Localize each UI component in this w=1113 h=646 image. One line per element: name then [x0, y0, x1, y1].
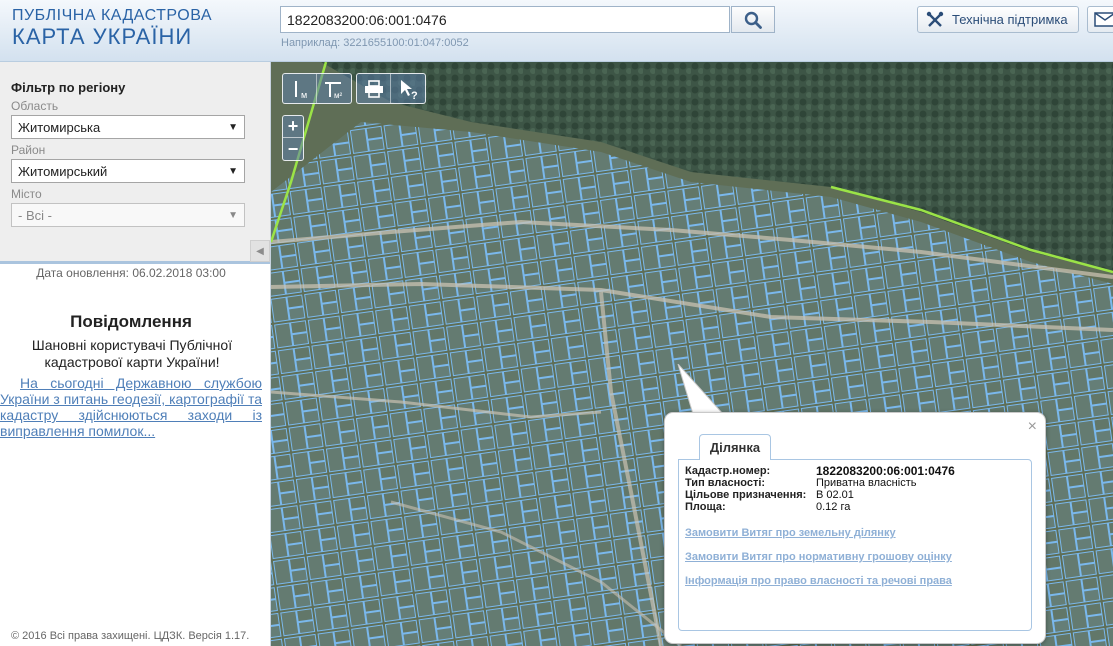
cursor-question-icon: ? — [401, 79, 418, 100]
order-valuation-extract-link[interactable]: Замовити Витяг про нормативну грошову оц… — [685, 551, 1025, 563]
parcel-info: Кадастр.номер: 1822083200:06:001:0476 Ти… — [678, 459, 1032, 631]
map-canvas[interactable]: м м² ? + − × Ділянка Кадастр.номер: 1822… — [271, 62, 1113, 646]
site-logo[interactable]: ПУБЛІЧНА КАДАСТРОВА КАРТА УКРАЇНИ — [12, 8, 212, 48]
area-label: Площа: — [685, 501, 726, 513]
sidebar: Фільтр по регіону Область Житомирська ▼ … — [0, 62, 271, 646]
tech-support-button[interactable]: Технічна підтримка — [917, 6, 1079, 33]
printer-icon — [364, 79, 383, 98]
print-button[interactable] — [357, 74, 391, 103]
search-button[interactable] — [731, 6, 775, 33]
map-toolbar: м м² ? — [282, 73, 426, 104]
search-hint: Наприклад: 3221655100:01:047:0052 — [281, 37, 469, 49]
copyright: © 2016 Всі права захищені. ЦДЗК. Версія … — [11, 630, 250, 642]
oblast-label: Область — [11, 99, 59, 113]
measure-area-button[interactable]: м² — [317, 74, 351, 103]
measure-area-unit: м² — [334, 91, 343, 100]
identify-glyph: ? — [411, 90, 418, 100]
rayon-value: Житомирський — [18, 163, 108, 179]
header: ПУБЛІЧНА КАДАСТРОВА КАРТА УКРАЇНИ Наприк… — [0, 0, 1113, 62]
dropdown-arrow-icon: ▼ — [228, 121, 238, 133]
mail-icon — [1094, 12, 1113, 27]
misto-select[interactable]: - Всі - ▼ — [11, 203, 245, 227]
area-value: 0.12 га — [816, 501, 851, 513]
identify-button[interactable]: ? — [391, 74, 425, 103]
search-area: Наприклад: 3221655100:01:047:0052 — [280, 6, 775, 49]
region-filter: Фільтр по регіону Область Житомирська ▼ … — [0, 62, 270, 264]
purpose-label: Цільове призначення: — [685, 489, 807, 501]
oblast-value: Житомирська — [18, 119, 101, 135]
info-row: Цільове призначення: В 02.01 — [685, 489, 1025, 501]
notice-title: Повідомлення — [70, 312, 192, 331]
tab-parcel[interactable]: Ділянка — [699, 434, 771, 460]
info-row: Кадастр.номер: 1822083200:06:001:0476 — [685, 465, 1025, 477]
popup-pointer — [677, 364, 725, 416]
ruler-icon: м — [294, 80, 307, 100]
notice-link[interactable]: На сьогодні Державною службою України з … — [0, 375, 262, 439]
cadastral-number-label: Кадастр.номер: — [685, 465, 771, 477]
dropdown-arrow-icon: ▼ — [228, 209, 238, 221]
zoom-control: + − — [282, 115, 304, 161]
search-icon — [744, 11, 762, 29]
measure-distance-button[interactable]: м — [283, 74, 317, 103]
misto-label: Місто — [11, 187, 42, 201]
rayon-select[interactable]: Житомирський ▼ — [11, 159, 245, 183]
feedback-button[interactable] — [1087, 6, 1113, 33]
zoom-out-button[interactable]: − — [283, 138, 303, 160]
misto-value: - Всі - — [18, 207, 52, 223]
parcel-popup: × Ділянка Кадастр.номер: 1822083200:06:0… — [664, 412, 1046, 644]
purpose-value: В 02.01 — [816, 489, 854, 501]
ownership-type-value: Приватна власність — [816, 477, 917, 489]
info-row: Площа: 0.12 га — [685, 501, 1025, 513]
logo-line-2: КАРТА УКРАЇНИ — [12, 24, 193, 49]
measure-tools: м м² — [282, 73, 352, 104]
dropdown-arrow-icon: ▼ — [228, 165, 238, 177]
chevron-left-icon: ◀ — [256, 245, 264, 257]
oblast-select[interactable]: Житомирська ▼ — [11, 115, 245, 139]
ownership-type-label: Тип власності: — [685, 477, 766, 489]
ownership-info-link[interactable]: Інформація про право власності та речові… — [685, 575, 1025, 587]
info-row: Тип власності: Приватна власність — [685, 477, 1025, 489]
zoom-in-button[interactable]: + — [283, 116, 303, 138]
tools-icon — [926, 11, 944, 27]
collapse-sidebar-button[interactable]: ◀ — [250, 240, 270, 262]
print-identify-tools: ? — [356, 73, 426, 104]
search-input[interactable] — [280, 6, 730, 33]
close-icon[interactable]: × — [1028, 418, 1037, 436]
notice-greeting: Шановні користувачі Публічної кадастрово… — [31, 337, 233, 370]
filter-title: Фільтр по регіону — [11, 80, 126, 95]
area-ruler-icon: м² — [325, 81, 343, 100]
measure-line-unit: м — [301, 90, 307, 100]
order-land-extract-link[interactable]: Замовити Витяг про земельну ділянку — [685, 527, 1025, 539]
tech-support-label: Технічна підтримка — [952, 12, 1068, 27]
cadastral-number-value: 1822083200:06:001:0476 — [816, 464, 955, 478]
logo-line-1: ПУБЛІЧНА КАДАСТРОВА — [12, 7, 212, 24]
rayon-label: Район — [11, 143, 46, 157]
update-date: Дата оновлення: 06.02.2018 03:00 — [36, 266, 226, 280]
